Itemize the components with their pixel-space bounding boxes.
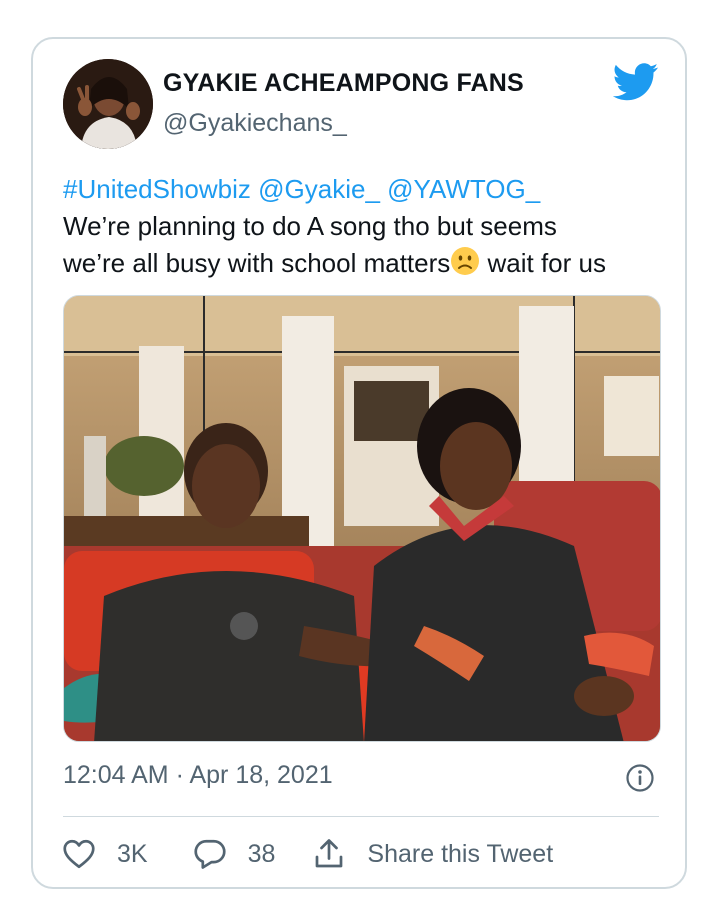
reply-button[interactable]: 38 [192,836,276,872]
slightly-frowning-face-icon [451,247,480,275]
like-count: 3K [117,839,148,868]
share-tweet-button[interactable]: Share this Tweet [311,836,553,872]
tweet-body-line-1: We’re planning to do A song tho but seem… [63,211,557,241]
reply-bubble-icon [193,839,226,869]
action-divider [63,816,659,817]
tweet-actions-bar: 3K 38 Share this Tweet [61,834,553,874]
author-handle[interactable]: @Gyakiechans_ [163,109,347,138]
like-button[interactable]: 3K [61,836,148,872]
tweet-text: #UnitedShowbiz @Gyakie_ @YAWTOG_ We’re p… [63,171,673,282]
hashtag-link[interactable]: #UnitedShowbiz [63,174,251,204]
heart-icon [63,839,95,869]
author-avatar[interactable] [63,59,153,149]
avatar-image [63,59,153,149]
tweet-body-line-2: we’re all busy with school matters [63,248,451,278]
mention-link-gyakie[interactable]: @Gyakie_ [258,174,380,204]
photo-illustration [64,296,660,741]
share-label: Share this Tweet [367,839,554,868]
embedded-tweet-card[interactable]: GYAKIE ACHEAMPONG FANS @Gyakiechans_ #Un… [31,37,687,889]
twitter-bird-icon[interactable] [613,63,659,101]
reply-count: 38 [247,839,276,868]
tweet-body-line-2-end: wait for us [480,248,606,278]
tweet-photo[interactable] [63,295,661,742]
tweet-timestamp[interactable]: 12:04 AM · Apr 18, 2021 [63,761,333,790]
mention-link-yawtog[interactable]: @YAWTOG_ [387,174,540,204]
share-upload-icon [316,839,343,868]
info-icon[interactable] [625,763,655,793]
author-display-name[interactable]: GYAKIE ACHEAMPONG FANS [163,69,524,98]
